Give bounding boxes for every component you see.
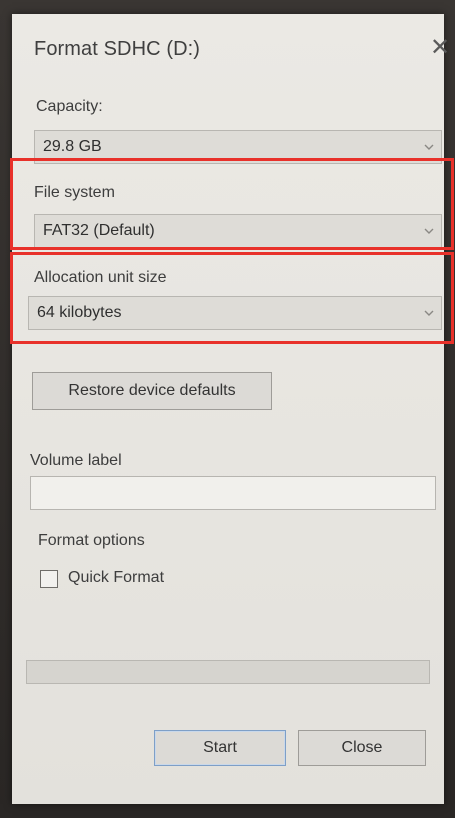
volume-label-heading: Volume label	[30, 452, 122, 469]
capacity-label: Capacity:	[36, 98, 103, 115]
quick-format-label[interactable]: Quick Format	[68, 569, 164, 587]
start-button[interactable]: Start	[154, 730, 286, 766]
allocation-unit-highlight	[10, 252, 454, 344]
volume-label-input[interactable]	[30, 476, 436, 510]
quick-format-checkbox[interactable]	[40, 570, 58, 588]
close-icon[interactable]: ✕	[430, 36, 450, 60]
dialog-title: Format SDHC (D:)	[34, 38, 201, 60]
format-progress-bar	[26, 660, 430, 684]
format-dialog: Format SDHC (D:) ✕ Capacity: 29.8 GB Fil…	[12, 14, 450, 804]
chevron-down-icon	[424, 144, 434, 150]
format-options-label: Format options	[38, 532, 145, 549]
file-system-highlight	[10, 158, 454, 250]
close-button[interactable]: Close	[298, 730, 426, 766]
restore-defaults-button[interactable]: Restore device defaults	[32, 372, 272, 410]
capacity-value: 29.8 GB	[43, 138, 102, 155]
